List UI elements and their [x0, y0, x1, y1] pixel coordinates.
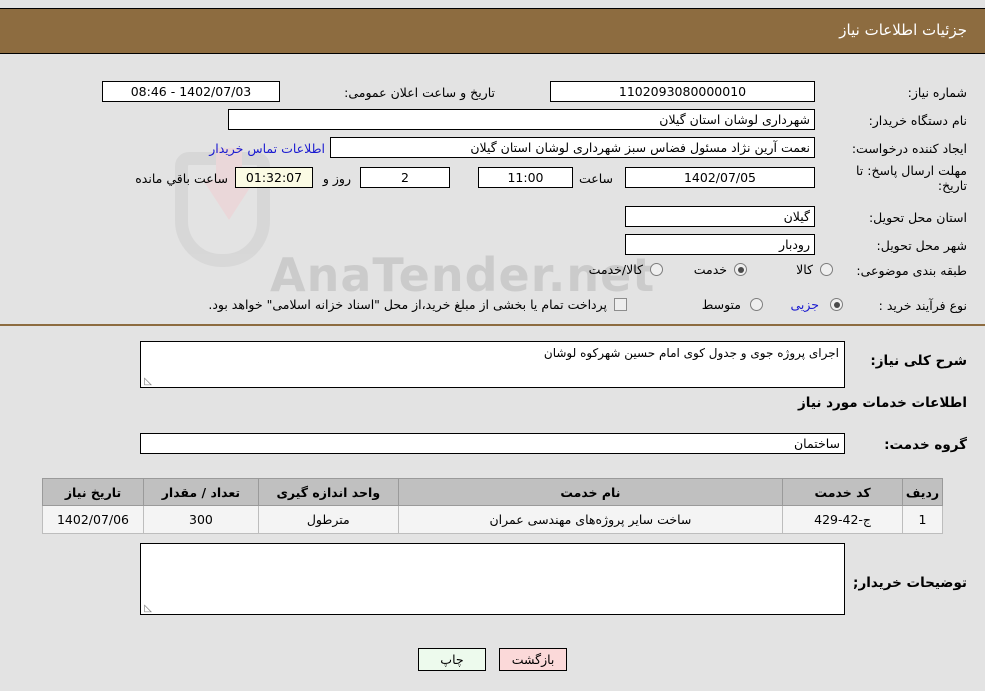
back-button[interactable]: بازگشت	[499, 648, 568, 671]
deadline-date-value: 1402/07/05	[625, 167, 815, 188]
remaining-days-value: 2	[360, 167, 450, 188]
cell-qty: 300	[143, 505, 259, 534]
announce-datetime-value: 1402/07/03 - 08:46	[102, 81, 280, 102]
category-option-label-1: خدمت	[693, 262, 727, 277]
requester-label: ایجاد کننده درخواست:	[851, 141, 967, 156]
category-option-label-0: کالا	[796, 262, 813, 277]
col-date: تاریخ نیاز	[42, 478, 144, 506]
page-title: جزئیات اطلاعات نیاز	[839, 21, 967, 39]
countdown-timer-value: 01:32:07	[235, 167, 313, 188]
requester-value: نعمت آرین نژاد مسئول فضاس سبز شهرداری لو…	[330, 137, 815, 158]
need-description-value: اجرای پروژه جوی و جدول کوی امام حسین شهر…	[543, 346, 839, 360]
deadline-time-value: 11:00	[478, 167, 573, 188]
service-group-value: ساختمان	[140, 433, 845, 454]
process-label: نوع فرآیند خرید :	[878, 298, 967, 313]
buyer-org-value: شهرداری لوشان استان گیلان	[228, 109, 815, 130]
category-radio-kala-khedmat[interactable]	[650, 263, 663, 276]
cell-code: ج-42-429	[782, 505, 904, 534]
buyer-notes-label: توضیحات خریدار;	[853, 575, 967, 591]
cell-unit: مترطول	[257, 505, 399, 534]
category-radio-khedmat[interactable]	[734, 263, 747, 276]
delivery-province-value: گیلان	[625, 206, 815, 227]
col-radif: ردیف	[902, 478, 943, 506]
service-group-label: گروه خدمت:	[884, 437, 967, 453]
table-row: 1 ج-42-429 ساخت سایر پروژه‌های مهندسی عم…	[42, 505, 943, 534]
action-buttons: بازگشت چاپ	[0, 648, 985, 671]
need-description-label: شرح کلی نیاز:	[870, 353, 967, 369]
need-description-textarea[interactable]: اجرای پروژه جوی و جدول کوی امام حسین شهر…	[140, 341, 845, 388]
cell-date: 1402/07/06	[42, 505, 144, 534]
announce-datetime-label: تاریخ و ساعت اعلان عمومی:	[344, 85, 495, 100]
col-code: کد خدمت	[782, 478, 904, 506]
services-table: ردیف کد خدمت نام خدمت واحد اندازه گیری ت…	[42, 478, 943, 534]
col-qty: تعداد / مقدار	[143, 478, 259, 506]
need-number-value: 1102093080000010	[550, 81, 815, 102]
resize-grip-icon[interactable]: ◺	[143, 377, 152, 387]
deadline-hour-label: ساعت	[578, 171, 613, 186]
table-header-row: ردیف کد خدمت نام خدمت واحد اندازه گیری ت…	[42, 478, 943, 506]
category-option-label-2: کالا/خدمت	[588, 262, 643, 277]
process-option-label-0: جزیی	[790, 297, 819, 312]
process-option-label-1: متوسط	[701, 297, 741, 312]
process-radio-jozii[interactable]	[830, 298, 843, 311]
services-section-title: اطلاعات خدمات مورد نیاز	[797, 395, 967, 411]
buyer-contact-link[interactable]: اطلاعات تماس خریدار	[209, 141, 325, 156]
remaining-days-label: روز و	[322, 171, 351, 186]
treasury-bonds-label: پرداخت تمام یا بخشی از مبلغ خرید،از محل …	[208, 297, 607, 312]
category-label: طبقه بندی موضوعی:	[856, 263, 967, 278]
buyer-notes-textarea[interactable]: ◺	[140, 543, 845, 615]
page-header-bar: جزئیات اطلاعات نیاز	[0, 8, 985, 54]
cell-name: ساخت سایر پروژه‌های مهندسی عمران	[397, 505, 784, 534]
buyer-org-label: نام دستگاه خریدار:	[868, 113, 967, 128]
delivery-city-label: شهر محل تحویل:	[876, 238, 967, 253]
countdown-label: ساعت باقي مانده	[135, 171, 228, 186]
cell-radif: 1	[902, 505, 943, 534]
col-unit: واحد اندازه گیری	[257, 478, 399, 506]
category-radio-kala[interactable]	[820, 263, 833, 276]
deadline-label: مهلت ارسال پاسخ: تا تاریخ:	[856, 163, 967, 193]
delivery-province-label: استان محل تحویل:	[868, 210, 967, 225]
print-button[interactable]: چاپ	[417, 648, 486, 671]
col-name: نام خدمت	[397, 478, 784, 506]
delivery-city-value: رودبار	[625, 234, 815, 255]
resize-grip-icon-2[interactable]: ◺	[143, 604, 152, 614]
need-number-label: شماره نیاز:	[907, 85, 967, 100]
process-radio-motavaset[interactable]	[750, 298, 763, 311]
treasury-bonds-checkbox[interactable]	[614, 298, 627, 311]
tender-details-page: AnaTender.net جزئیات اطلاعات نیاز شماره …	[0, 0, 985, 691]
need-info-panel: شماره نیاز: 1102093080000010 تاریخ و ساع…	[0, 63, 985, 326]
